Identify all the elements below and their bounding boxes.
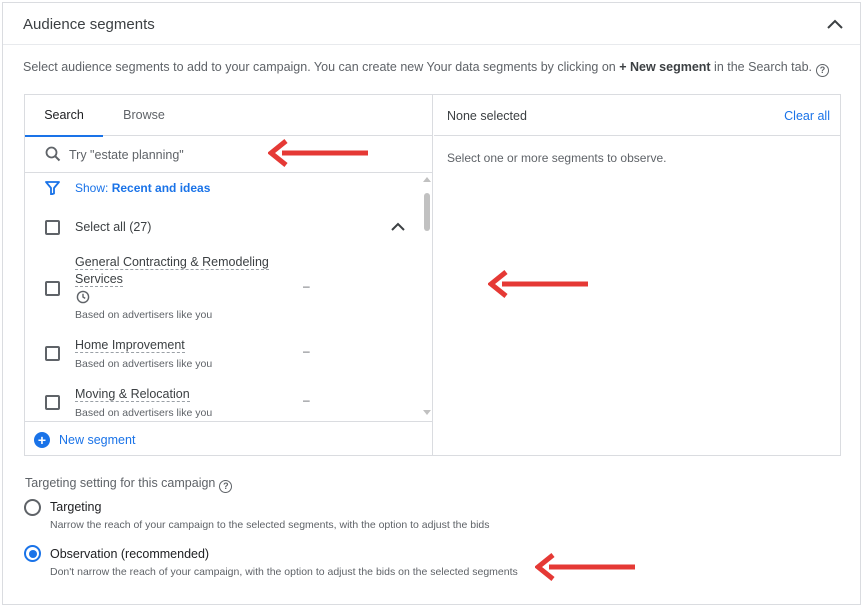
segment-metric: – [303, 344, 310, 358]
card-title: Audience segments [23, 16, 155, 33]
clear-all-button[interactable]: Clear all [784, 109, 830, 123]
segment-metric: – [303, 393, 310, 407]
new-segment-button[interactable]: + New segment [25, 421, 432, 456]
collapse-button[interactable] [824, 13, 846, 35]
scroll-thumb[interactable] [424, 193, 430, 231]
segment-source: Based on advertisers like you [75, 358, 213, 370]
observation-radio[interactable] [24, 545, 41, 562]
description-new-segment-hint: + New segment [619, 60, 711, 74]
observation-label[interactable]: Observation (recommended) [50, 547, 209, 561]
observation-description: Don't narrow the reach of your campaign,… [50, 566, 518, 578]
segment-metric: – [303, 279, 310, 293]
help-icon[interactable]: ? [816, 63, 830, 77]
description-suffix: in the Search tab. [710, 60, 813, 74]
targeting-radio[interactable] [24, 499, 41, 516]
scroll-down-arrow[interactable] [423, 410, 431, 415]
new-segment-label[interactable]: New segment [59, 433, 135, 447]
clock-icon [76, 290, 90, 304]
targeting-label[interactable]: Targeting [50, 500, 101, 514]
chevron-up-icon [827, 19, 843, 29]
selected-title: None selected [447, 109, 527, 123]
filter-icon [45, 181, 60, 195]
segment-name[interactable]: Moving & Relocation [75, 387, 190, 402]
tab-search[interactable]: Search [25, 95, 103, 137]
description: Select audience segments to add to your … [23, 60, 830, 77]
segment-source: Based on advertisers like you [75, 309, 213, 321]
empty-state-text: Select one or more segments to observe. [447, 151, 667, 165]
filter-value: Recent and ideas [111, 181, 211, 195]
search-row [25, 136, 432, 173]
list-scrollbar[interactable] [422, 173, 432, 419]
filter-label: Show: Recent and ideas [75, 181, 210, 195]
description-text: Select audience segments to add to your … [23, 60, 620, 74]
select-all-checkbox[interactable] [45, 220, 60, 235]
segment-name-continued[interactable]: Services [75, 272, 123, 287]
left-pane: Search Browse Show: Recent and ideas Sel… [25, 95, 433, 455]
plus-circle-icon: + [34, 432, 50, 448]
segment-name[interactable]: Home Improvement [75, 338, 185, 353]
segment-checkbox[interactable] [45, 281, 60, 296]
tab-browse[interactable]: Browse [112, 95, 176, 136]
segment-source: Based on advertisers like you [75, 407, 213, 419]
annotation-arrow-icon [488, 270, 588, 298]
annotation-arrow-icon [535, 553, 635, 581]
segment-checkbox[interactable] [45, 395, 60, 410]
help-icon[interactable]: ? [219, 479, 233, 493]
chevron-up-icon[interactable] [391, 222, 405, 231]
scroll-up-arrow[interactable] [423, 177, 431, 182]
audience-segments-card: Audience segments Select audience segmen… [2, 2, 861, 605]
select-all-label: Select all (27) [75, 220, 152, 234]
annotation-arrow-icon [268, 139, 368, 167]
segment-checkbox[interactable] [45, 346, 60, 361]
targeting-description: Narrow the reach of your campaign to the… [50, 519, 490, 531]
tab-bar: Search Browse [25, 95, 432, 137]
selected-header: None selected Clear all [434, 95, 840, 136]
filter-prefix: Show: [75, 181, 112, 195]
segment-name[interactable]: General Contracting & Remodeling [75, 255, 269, 270]
segment-list[interactable]: Show: Recent and ideas Select all (27) G… [25, 173, 433, 419]
card-header[interactable]: Audience segments [3, 3, 860, 45]
search-icon [45, 146, 61, 162]
targeting-setting-title: Targeting setting for this campaign? [25, 476, 233, 493]
segment-picker: Search Browse Show: Recent and ideas Sel… [24, 94, 841, 456]
